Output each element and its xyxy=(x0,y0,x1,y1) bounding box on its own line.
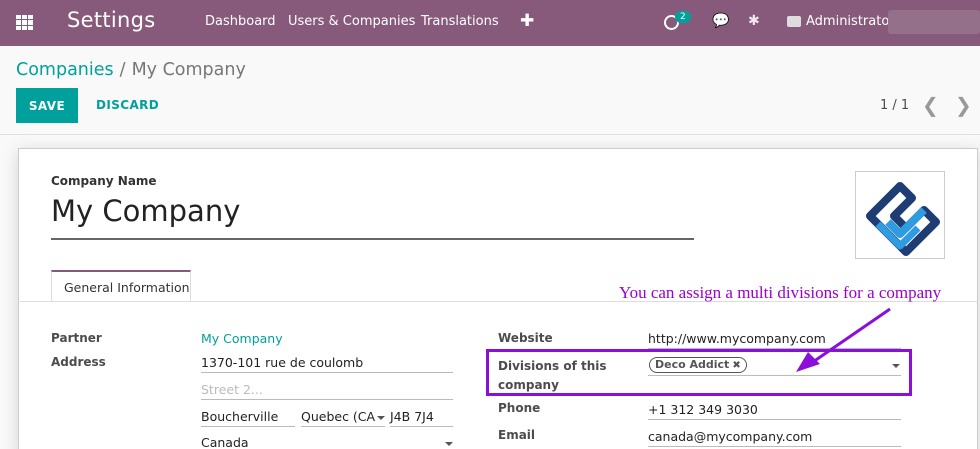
company-name-label: Company Name xyxy=(51,174,157,188)
address-label: Address xyxy=(51,355,106,369)
discard-button[interactable]: DISCARD xyxy=(96,98,159,112)
email-underline xyxy=(648,446,901,447)
city-field[interactable]: Boucherville xyxy=(201,409,278,424)
company-logo[interactable] xyxy=(855,171,945,259)
breadcrumb-current: My Company xyxy=(131,60,246,80)
state-select[interactable]: Quebec (CA xyxy=(301,409,375,424)
email-label: Email xyxy=(498,428,536,442)
street2-field[interactable]: Street 2... xyxy=(201,382,263,397)
plus-icon[interactable]: ✚ xyxy=(520,11,534,31)
street2-underline xyxy=(201,399,453,400)
email-field[interactable]: canada@mycompany.com xyxy=(648,429,812,444)
partner-link[interactable]: My Company xyxy=(201,331,283,346)
annotation-text: You can assign a multi divisions for a c… xyxy=(619,283,942,302)
partner-label: Partner xyxy=(51,331,102,345)
chevron-left-icon[interactable]: ❮ xyxy=(922,93,939,117)
street-underline xyxy=(201,372,453,373)
website-label: Website xyxy=(498,331,553,345)
company-name-input[interactable]: My Company xyxy=(51,194,240,228)
database-name-redacted xyxy=(888,10,980,34)
company-name-underline xyxy=(51,238,694,240)
user-menu[interactable]: Administrator xyxy=(806,14,895,29)
breadcrumb-separator: / xyxy=(119,60,126,80)
phone-field[interactable]: +1 312 349 3030 xyxy=(648,402,758,417)
breadcrumb-companies[interactable]: Companies xyxy=(16,60,114,80)
tab-general-information[interactable]: General Information xyxy=(51,270,191,302)
camera-avatar-icon[interactable] xyxy=(787,16,801,27)
control-panel-divider xyxy=(0,134,980,135)
save-button[interactable]: SAVE xyxy=(16,88,78,123)
zip-underline xyxy=(390,426,453,427)
company-logo-icon xyxy=(866,182,940,256)
chevron-right-icon[interactable]: ❯ xyxy=(955,93,972,117)
top-navbar: Settings Dashboard Users & Companies Tra… xyxy=(0,0,980,46)
bug-icon[interactable]: ✱ xyxy=(748,13,760,29)
phone-underline xyxy=(648,419,901,420)
zip-field[interactable]: J4B 7J4 xyxy=(390,409,434,424)
menu-users-companies[interactable]: Users & Companies xyxy=(288,14,415,29)
state-underline xyxy=(301,426,385,427)
breadcrumb: Companies / My Company xyxy=(16,60,246,80)
country-select[interactable]: Canada xyxy=(201,435,249,449)
menu-dashboard[interactable]: Dashboard xyxy=(205,14,276,29)
menu-translations[interactable]: Translations xyxy=(421,14,499,29)
activity-count-badge: 2 xyxy=(675,11,691,23)
state-dropdown-caret-icon[interactable] xyxy=(377,416,385,420)
apps-menu-icon[interactable] xyxy=(16,15,33,30)
annotation-arrow-icon xyxy=(796,307,891,372)
chat-icon[interactable]: 💬 xyxy=(712,13,729,29)
city-underline xyxy=(201,426,295,427)
app-title: Settings xyxy=(67,8,156,32)
country-dropdown-caret-icon[interactable] xyxy=(445,442,453,446)
phone-label: Phone xyxy=(498,401,541,415)
street-field[interactable]: 1370-101 rue de coulomb xyxy=(201,355,363,370)
pager-value[interactable]: 1 / 1 xyxy=(880,98,909,113)
